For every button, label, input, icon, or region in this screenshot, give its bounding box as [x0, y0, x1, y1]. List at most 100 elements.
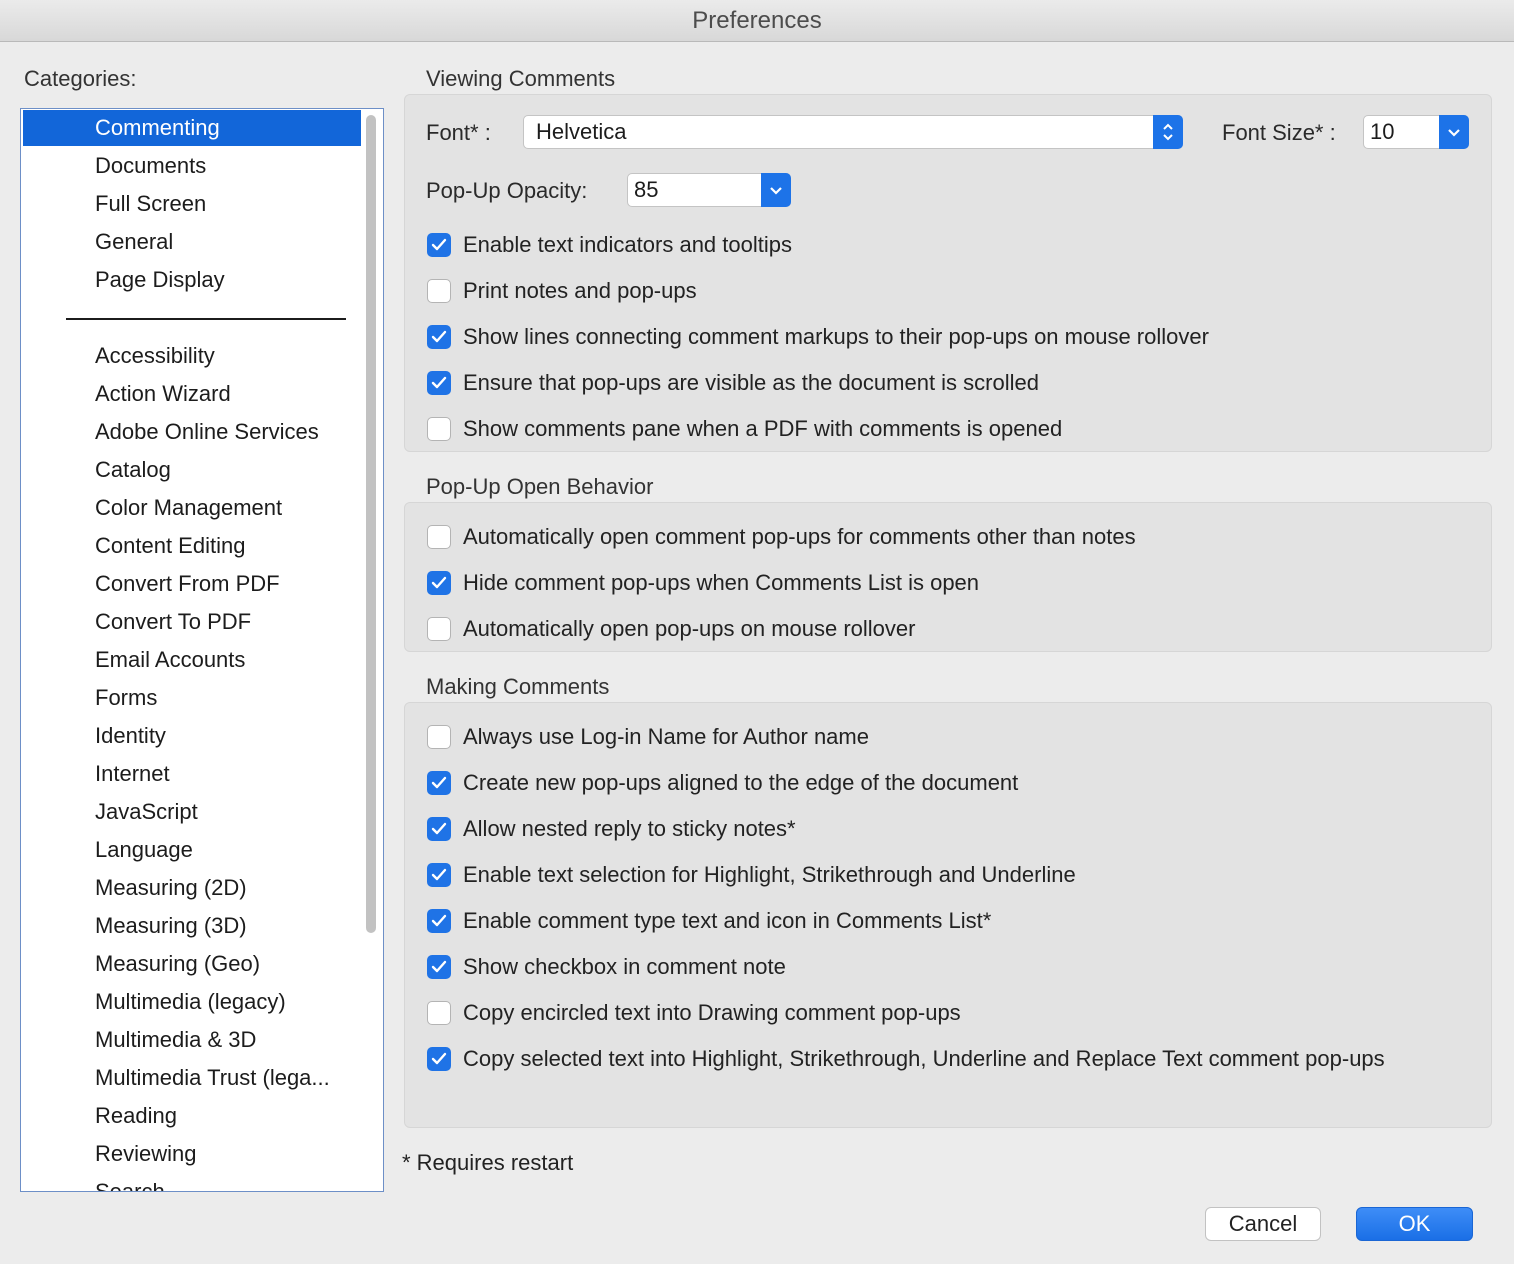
category-item-search[interactable]: Search	[23, 1174, 361, 1191]
option-row[interactable]: Create new pop-ups aligned to the edge o…	[427, 768, 1018, 798]
font-size-label: Font Size* :	[1222, 120, 1336, 145]
checkbox[interactable]	[427, 571, 451, 595]
option-row[interactable]: Show checkbox in comment note	[427, 952, 786, 982]
checkmark-icon	[431, 822, 447, 836]
checkmark-icon	[431, 576, 447, 590]
option-row[interactable]: Copy selected text into Highlight, Strik…	[427, 1044, 1385, 1074]
category-item-language[interactable]: Language	[23, 832, 361, 868]
category-item-color-management[interactable]: Color Management	[23, 490, 361, 526]
option-row[interactable]: Automatically open comment pop-ups for c…	[427, 522, 1136, 552]
requires-restart-note: * Requires restart	[402, 1150, 574, 1175]
checkbox[interactable]	[427, 279, 451, 303]
checkbox[interactable]	[427, 817, 451, 841]
category-item-convert-from-pdf[interactable]: Convert From PDF	[23, 566, 361, 602]
checkmark-icon	[431, 914, 447, 928]
category-item-page-display[interactable]: Page Display	[23, 262, 361, 298]
option-label: Hide comment pop-ups when Comments List …	[463, 570, 980, 595]
category-item-javascript[interactable]: JavaScript	[23, 794, 361, 830]
category-item-measuring-3d[interactable]: Measuring (3D)	[23, 908, 361, 944]
option-row[interactable]: Always use Log-in Name for Author name	[427, 722, 869, 752]
option-label: Enable comment type text and icon in Com…	[463, 908, 992, 933]
checkbox[interactable]	[427, 233, 451, 257]
popup-opacity-combo[interactable]: 85	[627, 173, 791, 207]
checkmark-icon	[431, 330, 447, 344]
category-item-reviewing[interactable]: Reviewing	[23, 1136, 361, 1172]
category-item-measuring-geo[interactable]: Measuring (Geo)	[23, 946, 361, 982]
option-row[interactable]: Ensure that pop-ups are visible as the d…	[427, 368, 1039, 398]
option-row[interactable]: Print notes and pop-ups	[427, 276, 697, 306]
category-item-internet[interactable]: Internet	[23, 756, 361, 792]
checkbox[interactable]	[427, 955, 451, 979]
option-row[interactable]: Allow nested reply to sticky notes*	[427, 814, 796, 844]
making-comments-title: Making Comments	[426, 674, 610, 699]
categories-scrollbar[interactable]	[366, 115, 376, 933]
ok-button[interactable]: OK	[1356, 1207, 1473, 1241]
font-size-combo[interactable]: 10	[1363, 115, 1469, 149]
category-item-measuring-2d[interactable]: Measuring (2D)	[23, 870, 361, 906]
checkmark-icon	[431, 776, 447, 790]
category-item-reading[interactable]: Reading	[23, 1098, 361, 1134]
option-label: Ensure that pop-ups are visible as the d…	[463, 370, 1039, 395]
category-item-action-wizard[interactable]: Action Wizard	[23, 376, 361, 412]
checkbox[interactable]	[427, 909, 451, 933]
category-item-forms[interactable]: Forms	[23, 680, 361, 716]
font-label: Font* :	[426, 120, 491, 145]
font-select-value: Helvetica	[536, 119, 627, 144]
option-row[interactable]: Enable text selection for Highlight, Str…	[427, 860, 1076, 890]
popup-behavior-title: Pop-Up Open Behavior	[426, 474, 654, 499]
category-item-adobe-online-services[interactable]: Adobe Online Services	[23, 414, 361, 450]
category-item-documents[interactable]: Documents	[23, 148, 361, 184]
chevron-down-icon[interactable]	[1439, 115, 1469, 149]
font-select[interactable]: Helvetica	[523, 115, 1183, 149]
option-row[interactable]: Enable text indicators and tooltips	[427, 230, 792, 260]
checkbox[interactable]	[427, 1047, 451, 1071]
cancel-button[interactable]: Cancel	[1205, 1207, 1321, 1241]
chevron-down-icon[interactable]	[761, 173, 791, 207]
checkmark-icon	[431, 376, 447, 390]
option-label: Create new pop-ups aligned to the edge o…	[463, 770, 1019, 795]
updown-chevron-icon	[1153, 115, 1183, 149]
option-label: Show checkbox in comment note	[463, 954, 786, 979]
checkbox[interactable]	[427, 325, 451, 349]
option-label: Show comments pane when a PDF with comme…	[463, 416, 1063, 441]
category-item-multimedia-trust-lega[interactable]: Multimedia Trust (lega...	[23, 1060, 361, 1096]
checkmark-icon	[431, 238, 447, 252]
option-row[interactable]: Copy encircled text into Drawing comment…	[427, 998, 961, 1028]
category-item-email-accounts[interactable]: Email Accounts	[23, 642, 361, 678]
checkbox[interactable]	[427, 371, 451, 395]
checkbox[interactable]	[427, 1001, 451, 1025]
category-item-accessibility[interactable]: Accessibility	[23, 338, 361, 374]
checkmark-icon	[431, 1052, 447, 1066]
categories-list[interactable]: Commenting Documents Full Screen General Pag…	[20, 108, 384, 1192]
category-item-general[interactable]: General	[23, 224, 361, 260]
category-item-multimedia-legacy[interactable]: Multimedia (legacy)	[23, 984, 361, 1020]
checkbox[interactable]	[427, 863, 451, 887]
checkbox[interactable]	[427, 525, 451, 549]
category-item-multimedia-3d[interactable]: Multimedia & 3D	[23, 1022, 361, 1058]
font-size-value: 10	[1370, 119, 1395, 144]
option-label: Print notes and pop-ups	[463, 278, 697, 303]
checkbox[interactable]	[427, 771, 451, 795]
option-label: Enable text selection for Highlight, Str…	[463, 862, 1076, 887]
category-item-convert-to-pdf[interactable]: Convert To PDF	[23, 604, 361, 640]
option-label: Allow nested reply to sticky notes*	[463, 816, 796, 841]
option-row[interactable]: Show lines connecting comment markups to…	[427, 322, 1209, 352]
categories-label: Categories:	[24, 66, 137, 91]
option-row[interactable]: Automatically open pop-ups on mouse roll…	[427, 614, 915, 644]
popup-opacity-value: 85	[634, 177, 659, 202]
checkmark-icon	[431, 868, 447, 882]
category-item-content-editing[interactable]: Content Editing	[23, 528, 361, 564]
category-item-catalog[interactable]: Catalog	[23, 452, 361, 488]
checkbox[interactable]	[427, 725, 451, 749]
category-item-commenting[interactable]: Commenting	[23, 110, 361, 146]
option-row[interactable]: Hide comment pop-ups when Comments List …	[427, 568, 979, 598]
option-label: Automatically open comment pop-ups for c…	[463, 524, 1136, 549]
checkbox[interactable]	[427, 417, 451, 441]
option-label: Copy selected text into Highlight, Strik…	[463, 1046, 1385, 1071]
checkbox[interactable]	[427, 617, 451, 641]
category-item-identity[interactable]: Identity	[23, 718, 361, 754]
option-row[interactable]: Show comments pane when a PDF with comme…	[427, 414, 1062, 444]
option-row[interactable]: Enable comment type text and icon in Com…	[427, 906, 991, 936]
category-item-full-screen[interactable]: Full Screen	[23, 186, 361, 222]
checkmark-icon	[431, 960, 447, 974]
